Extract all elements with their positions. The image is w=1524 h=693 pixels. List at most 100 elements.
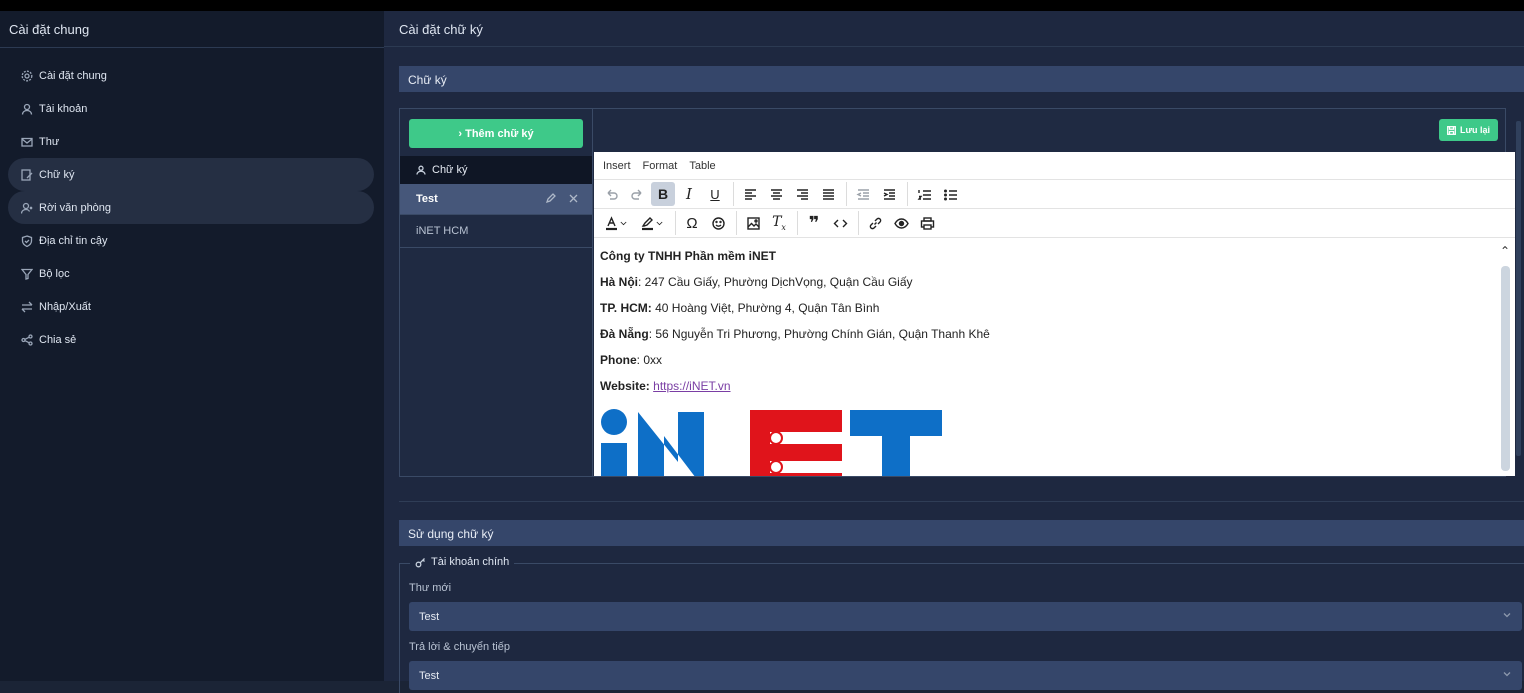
signature-section-header: Chữ ký xyxy=(399,66,1524,92)
share-icon xyxy=(21,333,33,346)
website-link[interactable]: https://iNET.vn xyxy=(653,379,730,393)
align-center-icon xyxy=(770,188,782,200)
code-button[interactable] xyxy=(828,211,852,235)
sidebar-item-label: Nhập/Xuất xyxy=(39,300,91,313)
align-left-icon xyxy=(744,188,756,200)
row-actions xyxy=(545,193,579,204)
new-mail-label: Thư mới xyxy=(409,582,452,594)
editor-toolbar-row1: B I U xyxy=(594,180,1515,209)
indent-button[interactable] xyxy=(877,182,901,206)
sidebar-item-label: Chia sẻ xyxy=(39,333,77,346)
new-mail-select[interactable]: Test xyxy=(409,602,1522,631)
undo-icon xyxy=(607,189,618,200)
edit-icon[interactable] xyxy=(545,193,556,204)
company-line: Công ty TNHH Phần mềm iNET xyxy=(600,249,777,263)
signature-icon xyxy=(21,168,33,181)
scroll-up-icon[interactable]: ⌃ xyxy=(1500,244,1510,258)
clear-format-icon: Tx xyxy=(772,214,786,232)
sidebar-title: Cài đặt chung xyxy=(0,11,384,48)
editor-content[interactable]: Công ty TNHH Phần mềm iNET Hà Nội: 247 C… xyxy=(594,239,1500,476)
print-icon xyxy=(920,216,934,230)
sidebar-item-filters[interactable]: Bộ lọc xyxy=(8,257,374,290)
sidebar-item-general[interactable]: Cài đặt chung xyxy=(8,59,374,92)
sidebar-item-share[interactable]: Chia sẻ xyxy=(8,323,374,356)
print-button[interactable] xyxy=(915,211,939,235)
usage-section-header: Sử dụng chữ ký xyxy=(399,520,1524,546)
menu-format[interactable]: Format xyxy=(643,160,678,172)
sidebar-item-trusted-addresses[interactable]: Địa chỉ tin cậy xyxy=(8,224,374,257)
link-button[interactable] xyxy=(863,211,887,235)
clear-format-button[interactable]: Tx xyxy=(767,211,791,235)
editor-scrollbar[interactable] xyxy=(1501,266,1510,471)
add-signature-button[interactable]: › Thêm chữ ký xyxy=(409,119,583,148)
bullet-list-icon xyxy=(943,189,957,200)
align-center-button[interactable] xyxy=(764,182,788,206)
sidebar-item-signature[interactable]: Chữ ký xyxy=(8,158,374,191)
outdent-button[interactable] xyxy=(851,182,875,206)
editor-toolbar-row2: Ω Tx ❞ xyxy=(594,209,1515,238)
numbered-list-button[interactable] xyxy=(912,182,936,206)
numbered-list-icon xyxy=(917,189,931,200)
text-color-button[interactable] xyxy=(599,211,633,235)
bold-button[interactable]: B xyxy=(651,182,675,206)
blockquote-button[interactable]: ❞ xyxy=(802,211,826,235)
import-export-icon xyxy=(21,301,33,312)
emoji-button[interactable] xyxy=(706,211,730,235)
sidebar-nav: Cài đặt chung Tài khoản Thư Chữ ký Rời v… xyxy=(0,48,384,356)
image-icon xyxy=(746,216,760,230)
outdent-icon xyxy=(855,188,869,200)
code-icon xyxy=(833,219,847,227)
signature-list-panel: › Thêm chữ ký Chữ ký Test iNET HCM xyxy=(400,109,593,476)
phone-line: Phone: 0xx xyxy=(600,353,663,367)
save-button-label: Lưu lại xyxy=(1459,125,1491,135)
sidebar-item-label: Rời văn phòng xyxy=(39,201,112,214)
special-char-button[interactable]: Ω xyxy=(680,211,704,235)
main-account-legend: Tài khoản chính xyxy=(410,556,515,568)
align-right-button[interactable] xyxy=(790,182,814,206)
save-button[interactable]: Lưu lại xyxy=(1439,119,1498,141)
sidebar-item-mail[interactable]: Thư xyxy=(8,125,374,158)
main-account-fieldset: Tài khoản chính Thư mới Test Trả lời & c… xyxy=(399,556,1524,693)
rich-text-editor[interactable]: Insert Format Table B I U Ω Tx ❞ Công ty… xyxy=(594,152,1515,476)
signature-list-item[interactable]: iNET HCM xyxy=(400,215,592,248)
italic-button[interactable]: I xyxy=(677,182,701,206)
filter-icon xyxy=(21,268,33,280)
italic-icon: I xyxy=(686,185,692,203)
align-left-button[interactable] xyxy=(738,182,762,206)
window-top-bar xyxy=(0,0,1524,11)
toolbar-divider xyxy=(733,182,734,206)
align-justify-icon xyxy=(822,188,834,200)
sidebar-item-label: Chữ ký xyxy=(39,168,75,181)
highlight-color-button[interactable] xyxy=(635,211,669,235)
sidebar-item-out-of-office[interactable]: Rời văn phòng xyxy=(8,191,374,224)
page-scrollbar[interactable] xyxy=(1516,121,1521,456)
undo-button[interactable] xyxy=(599,182,623,206)
reply-forward-select[interactable]: Test xyxy=(409,661,1522,690)
insert-image-button[interactable] xyxy=(741,211,765,235)
redo-button[interactable] xyxy=(625,182,649,206)
sidebar-item-import-export[interactable]: Nhập/Xuất xyxy=(8,290,374,323)
danang-line: Đà Nẵng: 56 Nguyễn Tri Phương, Phường Ch… xyxy=(600,327,990,341)
align-justify-button[interactable] xyxy=(816,182,840,206)
text-color-icon xyxy=(606,215,617,230)
menu-table[interactable]: Table xyxy=(689,160,715,172)
menu-insert[interactable]: Insert xyxy=(603,160,631,172)
preview-button[interactable] xyxy=(889,211,913,235)
sidebar-item-account[interactable]: Tài khoản xyxy=(8,92,374,125)
signature-list-item[interactable]: Test xyxy=(400,184,592,215)
close-icon[interactable] xyxy=(568,193,579,204)
underline-button[interactable]: U xyxy=(703,182,727,206)
link-icon xyxy=(869,217,881,229)
gear-icon xyxy=(21,70,33,81)
toolbar-divider xyxy=(736,211,737,235)
align-right-icon xyxy=(796,188,808,200)
eye-icon xyxy=(893,217,909,229)
signature-list-header: Chữ ký xyxy=(400,156,592,184)
omega-icon: Ω xyxy=(686,214,698,232)
sidebar-item-label: Bộ lọc xyxy=(39,267,70,280)
signature-panel: › Thêm chữ ký Chữ ký Test iNET HCM Lưu l… xyxy=(399,108,1515,477)
main-account-label: Tài khoản chính xyxy=(431,556,510,568)
bullet-list-button[interactable] xyxy=(938,182,962,206)
signature-name: iNET HCM xyxy=(416,225,469,237)
key-icon xyxy=(415,557,425,567)
